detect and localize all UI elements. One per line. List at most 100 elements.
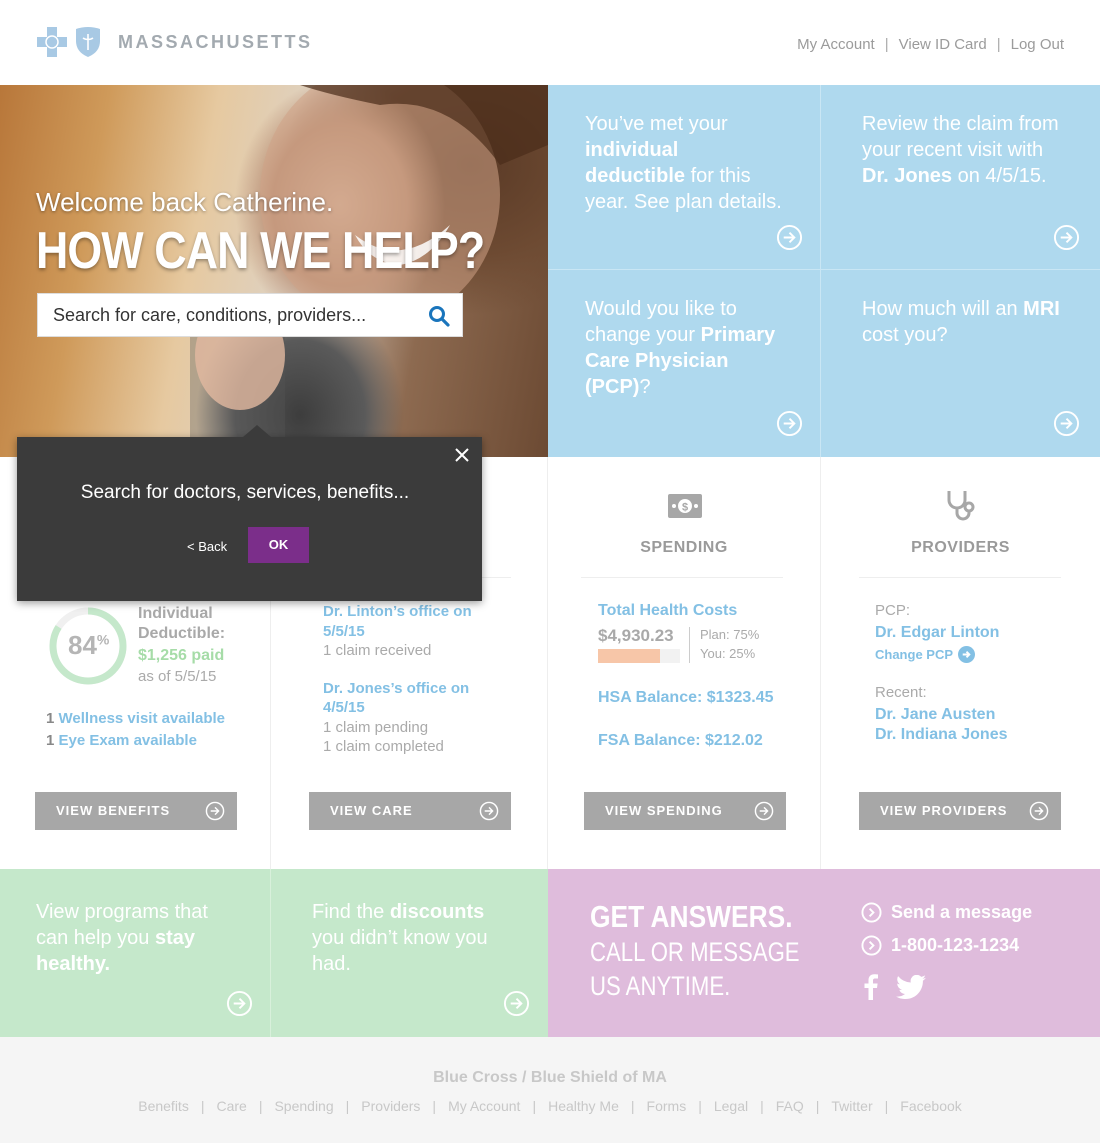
arrow-right-icon[interactable] (776, 410, 803, 437)
claim-review-tile[interactable]: Review the claim from your recent visit … (821, 85, 1100, 270)
footer-separator: | (698, 1098, 702, 1114)
arrow-right-icon[interactable] (503, 990, 530, 1017)
button-label: VIEW CARE (330, 803, 413, 818)
view-id-card-link[interactable]: View ID Card (899, 36, 987, 53)
pcp-name-link[interactable]: Dr. Edgar Linton (875, 624, 999, 642)
button-label: VIEW PROVIDERS (880, 803, 1008, 818)
search-input[interactable] (53, 304, 413, 326)
footer-link-benefits[interactable]: Benefits (138, 1098, 189, 1114)
healthy-programs-tile[interactable]: View programs that can help you stay hea… (0, 869, 271, 1037)
providers-column: PROVIDERS PCP: Dr. Edgar Linton Change P… (821, 457, 1100, 869)
answers-title: GET ANSWERS. (590, 899, 793, 934)
discounts-tile[interactable]: Find the discounts you didn’t know you h… (271, 869, 548, 1037)
nav-separator: | (884, 36, 889, 53)
arrow-right-icon[interactable] (1053, 224, 1080, 251)
claim-status: 1 claim completed (323, 738, 444, 755)
footer-link-care[interactable]: Care (216, 1098, 246, 1114)
deductible-percent: 84% (68, 630, 109, 661)
divider (859, 577, 1061, 578)
deductible-label: Individual Deductible: (138, 604, 225, 644)
wellness-item[interactable]: 1 Wellness visit available (46, 710, 225, 727)
claim-status: 1 claim received (323, 642, 432, 659)
send-message-link[interactable]: Send a message (861, 902, 1032, 923)
nav-separator: | (996, 36, 1001, 53)
tile-emphasis: discounts (389, 901, 485, 923)
wellness-link[interactable]: Wellness visit available (59, 710, 225, 727)
claim-status: 1 claim pending (323, 719, 429, 736)
svg-text:$: $ (682, 502, 688, 514)
view-spending-button[interactable]: VIEW SPENDING (584, 792, 786, 830)
count: 1 (46, 732, 55, 749)
divider (581, 577, 783, 578)
footer-link-faq[interactable]: FAQ (776, 1098, 804, 1114)
footer-separator: | (432, 1098, 437, 1114)
tile-text: You’ve met your (585, 113, 728, 135)
claim-jones-link[interactable]: Dr. Jones’s office on 4/5/15 (323, 679, 498, 717)
back-button[interactable]: < Back (187, 539, 227, 554)
tile-emphasis: individual deductible (585, 139, 686, 187)
recent-provider-link[interactable]: Dr. Jane Austen (875, 706, 995, 724)
deductible-tile[interactable]: You’ve met your individual deductible fo… (548, 85, 821, 270)
arrow-right-icon[interactable] (226, 990, 253, 1017)
footer-link-healthy-me[interactable]: Healthy Me (548, 1098, 619, 1114)
answers-subtitle: CALL OR MESSAGE (590, 937, 800, 967)
close-icon[interactable] (454, 447, 470, 463)
view-care-button[interactable]: VIEW CARE (309, 792, 511, 830)
log-out-link[interactable]: Log Out (1011, 36, 1064, 53)
answers-subtitle: US ANYTIME. (590, 971, 731, 1001)
button-label: VIEW BENEFITS (56, 803, 171, 818)
arrow-right-icon (958, 646, 976, 663)
tile-text: How much will an (862, 298, 1024, 320)
my-account-link[interactable]: My Account (797, 36, 875, 53)
brand-name: MASSACHUSETTS (118, 31, 313, 52)
search-icon[interactable] (428, 305, 450, 327)
ok-button[interactable]: OK (248, 527, 309, 563)
footer-links: Benefits | Care | Spending | Providers | My … (0, 1098, 1100, 1114)
footer-link-forms[interactable]: Forms (647, 1098, 687, 1114)
footer-link-my-account[interactable]: My Account (448, 1098, 520, 1114)
arrow-right-icon (205, 801, 225, 821)
spending-title: SPENDING (640, 539, 728, 556)
phone-link[interactable]: 1-800-123-1234 (861, 935, 1019, 956)
eye-exam-item[interactable]: 1 Eye Exam available (46, 732, 197, 749)
brand-logo[interactable]: MASSACHUSETTS (36, 26, 313, 58)
hsa-balance-link[interactable]: HSA Balance: $1323.45 (598, 689, 774, 707)
plan-share-fill (598, 649, 660, 663)
paid-amount: $1,256 paid (138, 647, 225, 664)
change-pcp-link[interactable]: Change PCP (875, 646, 976, 663)
total-costs-link[interactable]: Total Health Costs (598, 602, 737, 620)
footer-link-providers[interactable]: Providers (361, 1098, 420, 1114)
recent-provider-link[interactable]: Dr. Indiana Jones (875, 726, 1007, 744)
recent-label: Recent: (875, 684, 927, 701)
tile-text: Review the claim from your recent visit … (862, 113, 1059, 161)
facebook-icon[interactable] (864, 973, 878, 1000)
cost-share-bar (598, 649, 680, 663)
pcp-label: PCP: (875, 602, 911, 619)
tile-emphasis: MRI (1023, 298, 1060, 320)
twitter-icon[interactable] (896, 975, 926, 999)
footer-link-facebook[interactable]: Facebook (900, 1098, 961, 1114)
arrow-right-icon[interactable] (776, 224, 803, 251)
fsa-balance-link[interactable]: FSA Balance: $212.02 (598, 732, 763, 750)
footer-separator: | (200, 1098, 205, 1114)
footer-separator: | (884, 1098, 889, 1114)
view-benefits-button[interactable]: VIEW BENEFITS (35, 792, 237, 830)
footer-link-legal[interactable]: Legal (714, 1098, 748, 1114)
view-providers-button[interactable]: VIEW PROVIDERS (859, 792, 1061, 830)
percent-sign: % (96, 631, 110, 648)
footer-link-spending[interactable]: Spending (274, 1098, 333, 1114)
hero-headline: HOW CAN WE HELP? (36, 222, 485, 280)
footer-link-twitter[interactable]: Twitter (831, 1098, 872, 1114)
tile-text: cost you? (862, 324, 948, 346)
search-box (37, 293, 463, 337)
you-share: You: 25% (700, 646, 756, 661)
arrow-right-icon (861, 902, 882, 923)
mri-cost-tile[interactable]: How much will an MRI cost you? (821, 270, 1100, 457)
pcp-tile[interactable]: Would you like to change your Primary Ca… (548, 270, 821, 457)
claim-linton-link[interactable]: Dr. Linton’s office on 5/5/15 (323, 602, 498, 642)
arrow-right-icon[interactable] (1053, 410, 1080, 437)
arrow-right-icon (861, 935, 882, 956)
footer-separator: | (258, 1098, 263, 1114)
arrow-right-icon (479, 801, 499, 821)
eye-exam-link[interactable]: Eye Exam available (59, 732, 197, 749)
